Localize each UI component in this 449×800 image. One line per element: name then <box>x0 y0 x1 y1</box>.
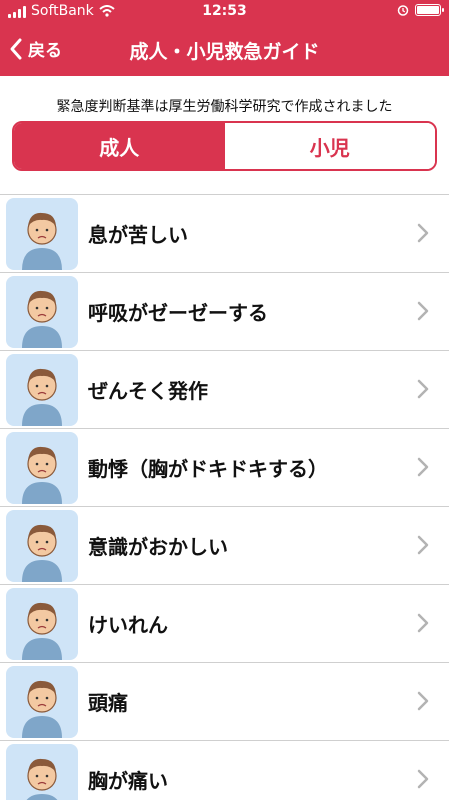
status-right <box>397 4 444 16</box>
chevron-right-icon <box>417 535 429 555</box>
wheezing-person-icon <box>6 275 78 348</box>
palpitation-person-icon <box>6 431 78 504</box>
symptom-label: 意識がおかしい <box>88 535 228 559</box>
confused-person-icon <box>6 509 78 582</box>
symptom-row[interactable]: けいれん <box>0 585 449 663</box>
alarm-icon <box>397 5 409 16</box>
symptom-row[interactable]: 胸が痛い <box>0 741 449 800</box>
symptom-label: 呼吸がゼーゼーする <box>88 301 268 325</box>
symptom-label: 頭痛 <box>88 691 128 715</box>
inhaler-person-icon <box>6 353 78 426</box>
breathless-person-icon <box>6 197 78 270</box>
status-bar: SoftBank 12:53 <box>0 0 449 24</box>
chevron-right-icon <box>417 457 429 477</box>
symptom-row[interactable]: 呼吸がゼーゼーする <box>0 273 449 351</box>
symptom-label: 息が苦しい <box>88 223 188 247</box>
battery-level <box>417 6 439 14</box>
symptom-label: ぜんそく発作 <box>88 379 208 403</box>
navigation-bar: 戻る 成人・小児救急ガイド <box>0 24 449 76</box>
symptom-row[interactable]: 動悸（胸がドキドキする） <box>0 429 449 507</box>
segment-adult[interactable]: 成人 <box>14 123 225 169</box>
headache-person-icon <box>6 665 78 738</box>
symptom-label: けいれん <box>88 613 168 637</box>
chevron-right-icon <box>417 691 429 711</box>
segment-child[interactable]: 小児 <box>224 123 435 169</box>
symptom-row[interactable]: 意識がおかしい <box>0 507 449 585</box>
symptom-row[interactable]: ぜんそく発作 <box>0 351 449 429</box>
battery-icon <box>415 4 444 16</box>
convulsion-person-icon <box>6 587 78 660</box>
chevron-right-icon <box>417 769 429 789</box>
symptom-label: 胸が痛い <box>88 769 168 793</box>
symptom-label: 動悸（胸がドキドキする） <box>88 457 328 481</box>
audience-segmented-control: 成人 小児 <box>12 121 437 171</box>
chest-pain-person-icon <box>6 743 78 800</box>
chevron-right-icon <box>417 379 429 399</box>
chevron-right-icon <box>417 613 429 633</box>
chevron-right-icon <box>417 223 429 243</box>
symptom-row[interactable]: 頭痛 <box>0 663 449 741</box>
symptom-row[interactable]: 息が苦しい <box>0 195 449 273</box>
symptom-list: 息が苦しい呼吸がゼーゼーする ぜんそく発作動悸（胸がドキドキする） 意識がおかしいけ… <box>0 194 449 800</box>
criteria-note: 緊急度判断基準は厚生労働科学研究で作成されました <box>56 99 393 115</box>
clock: 12:53 <box>202 3 247 19</box>
page-title: 成人・小児救急ガイド <box>129 41 320 63</box>
chevron-right-icon <box>417 301 429 321</box>
